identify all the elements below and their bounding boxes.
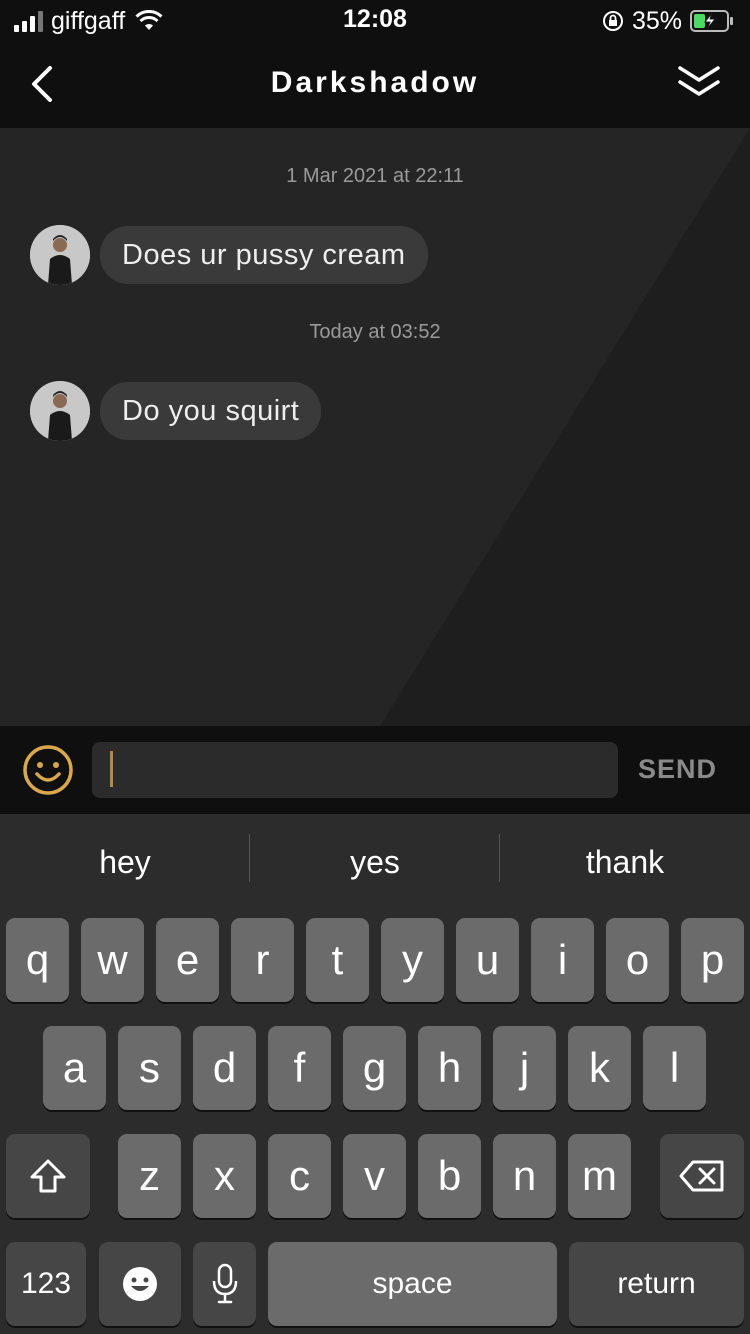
key-b[interactable]: b xyxy=(418,1134,481,1218)
space-key-label: space xyxy=(372,1267,453,1300)
rotation-lock-icon xyxy=(602,11,623,31)
key-f[interactable]: f xyxy=(268,1026,331,1110)
conversation-title: Darkshadow xyxy=(270,66,480,99)
key-n[interactable]: n xyxy=(493,1134,556,1218)
message-list[interactable]: 1 Mar 2021 at 22:11 Does ur pussy cream … xyxy=(0,128,750,726)
emoji-face-icon xyxy=(123,1267,157,1301)
text-caret xyxy=(110,751,113,787)
suggestion-item[interactable]: yes xyxy=(250,844,500,881)
return-key-label: return xyxy=(617,1267,696,1300)
keyboard: hey yes thank q w e r t y u i o p a s d … xyxy=(0,814,750,1334)
status-right: 35% xyxy=(602,6,734,36)
message-composer: SEND xyxy=(0,726,750,814)
space-key[interactable]: space xyxy=(268,1242,557,1326)
send-button[interactable]: SEND xyxy=(638,754,717,785)
key-s[interactable]: s xyxy=(118,1026,181,1110)
key-z[interactable]: z xyxy=(118,1134,181,1218)
battery-percent: 35% xyxy=(631,6,682,35)
smiley-face-icon[interactable] xyxy=(22,744,74,796)
key-r[interactable]: r xyxy=(231,918,294,1002)
message-timestamp: 1 Mar 2021 at 22:11 xyxy=(286,165,464,187)
avatar[interactable] xyxy=(30,225,90,285)
key-c[interactable]: c xyxy=(268,1134,331,1218)
key-j[interactable]: j xyxy=(493,1026,556,1110)
battery-charging-icon xyxy=(690,10,733,32)
message-timestamp: Today at 03:52 xyxy=(309,321,441,343)
key-k[interactable]: k xyxy=(568,1026,631,1110)
emoji-key[interactable] xyxy=(99,1242,181,1326)
key-h[interactable]: h xyxy=(418,1026,481,1110)
suggestion-bar: hey yes thank xyxy=(0,814,750,914)
message-input[interactable] xyxy=(92,742,618,798)
shift-arrow-icon xyxy=(30,1159,66,1193)
key-p[interactable]: p xyxy=(681,918,744,1002)
key-e[interactable]: e xyxy=(156,918,219,1002)
backspace-icon xyxy=(679,1160,724,1192)
key-w[interactable]: w xyxy=(81,918,144,1002)
suggestion-item[interactable]: thank xyxy=(500,844,750,881)
key-a[interactable]: a xyxy=(43,1026,106,1110)
avatar[interactable] xyxy=(30,381,90,441)
shift-key[interactable] xyxy=(6,1134,90,1218)
suggestion-item[interactable]: hey xyxy=(0,844,250,881)
message-bubble[interactable]: Do you squirt xyxy=(100,382,322,440)
key-m[interactable]: m xyxy=(568,1134,631,1218)
key-l[interactable]: l xyxy=(643,1026,706,1110)
key-v[interactable]: v xyxy=(343,1134,406,1218)
key-u[interactable]: u xyxy=(456,918,519,1002)
return-key[interactable]: return xyxy=(569,1242,744,1326)
key-o[interactable]: o xyxy=(606,918,669,1002)
status-bar: giffgaff 12:08 35% xyxy=(0,0,750,42)
conversation-header: Darkshadow xyxy=(0,42,750,128)
key-q[interactable]: q xyxy=(6,918,69,1002)
message-row: Do you squirt xyxy=(30,381,322,441)
numbers-key[interactable]: 123 xyxy=(6,1242,86,1326)
key-d[interactable]: d xyxy=(193,1026,256,1110)
microphone-icon xyxy=(212,1263,237,1304)
delete-key[interactable] xyxy=(660,1134,744,1218)
double-chevron-down-icon[interactable] xyxy=(676,62,722,102)
dictation-key[interactable] xyxy=(193,1242,256,1326)
key-g[interactable]: g xyxy=(343,1026,406,1110)
key-t[interactable]: t xyxy=(306,918,369,1002)
message-row: Does ur pussy cream xyxy=(30,225,428,285)
key-y[interactable]: y xyxy=(381,918,444,1002)
numbers-key-label: 123 xyxy=(20,1267,72,1300)
message-bubble[interactable]: Does ur pussy cream xyxy=(100,226,428,284)
key-x[interactable]: x xyxy=(193,1134,256,1218)
key-i[interactable]: i xyxy=(531,918,594,1002)
